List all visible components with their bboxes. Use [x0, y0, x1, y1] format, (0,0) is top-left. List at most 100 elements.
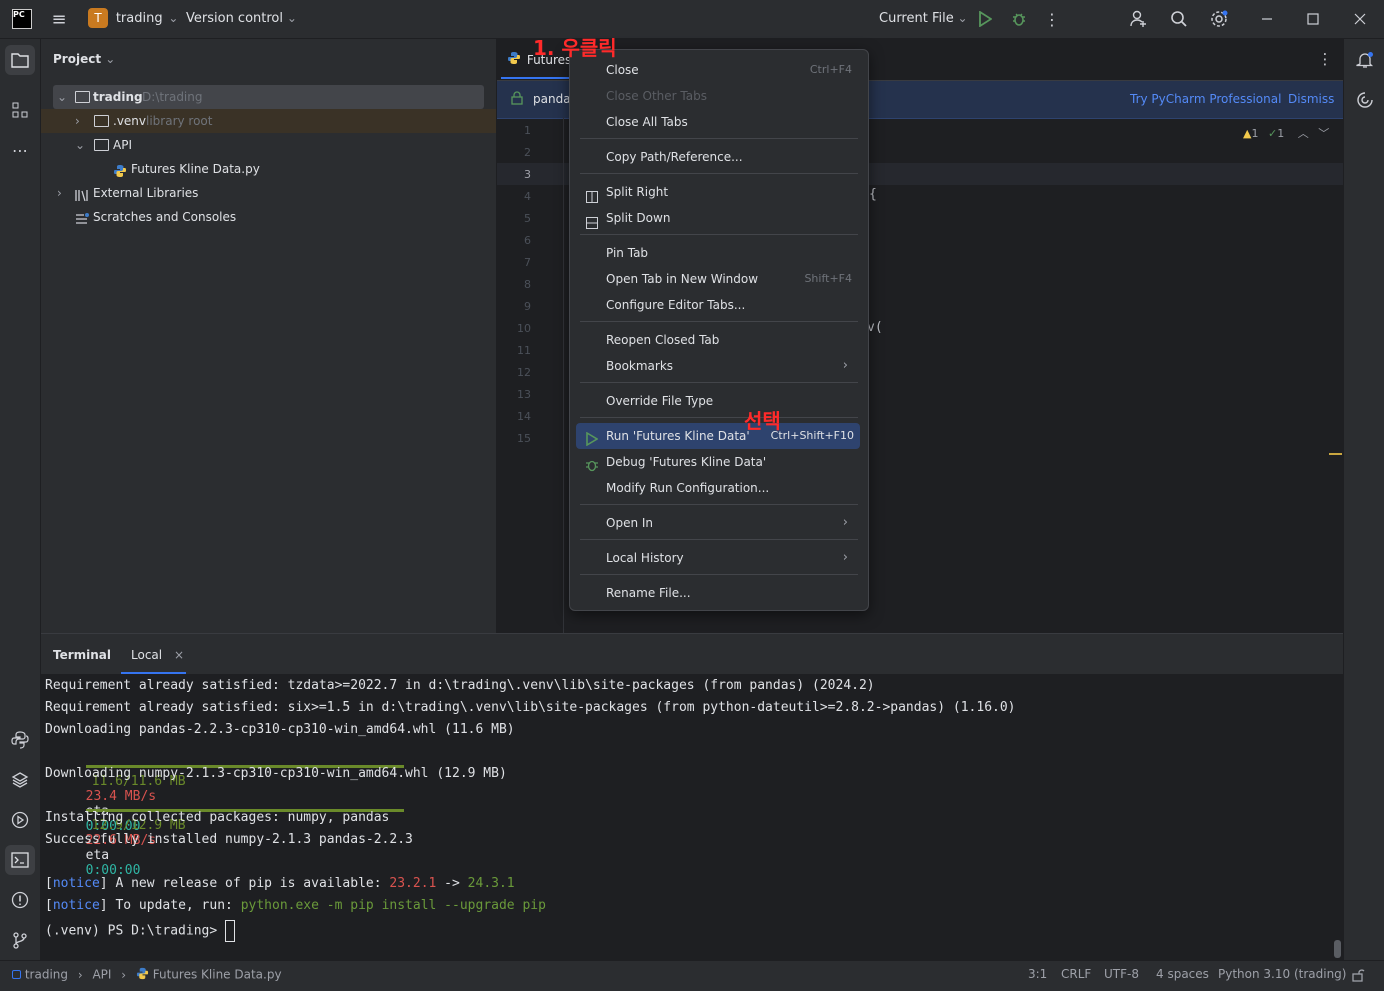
project-name: trading: [115, 10, 163, 26]
menu-separator: [580, 382, 858, 383]
menu-item-override-file-type[interactable]: Override File Type: [578, 388, 858, 414]
folder-icon: [94, 115, 109, 127]
main-menu-icon[interactable]: ≡: [48, 8, 70, 30]
run-icon[interactable]: [974, 8, 996, 30]
python-packages-icon[interactable]: [5, 765, 35, 795]
chevron-down-icon: ⌄: [168, 11, 179, 25]
services-icon[interactable]: [5, 805, 35, 835]
chevron-down-icon[interactable]: ﹀: [1318, 127, 1329, 140]
menu-item-configure-tabs[interactable]: Configure Editor Tabs...: [578, 292, 858, 318]
annotation-select: 선택: [744, 409, 781, 433]
menu-item-copy-path[interactable]: Copy Path/Reference...: [578, 144, 858, 170]
inspection-widget[interactable]: ▲1 ✓1 ︿ ﹀: [1243, 125, 1329, 141]
tree-item-venv[interactable]: › .venv library root: [41, 109, 496, 133]
project-folder-icon[interactable]: [5, 45, 35, 75]
pycharm-logo-icon[interactable]: PC: [12, 9, 32, 29]
more-tools-icon[interactable]: ⋯: [5, 135, 35, 165]
line-number: 9: [524, 300, 531, 313]
chevron-down-icon: ⌄: [286, 11, 297, 25]
debug-icon[interactable]: [1008, 8, 1030, 30]
chevron-down-icon: ⌄: [957, 11, 968, 25]
more-actions-icon[interactable]: ⋮: [1042, 8, 1062, 30]
menu-item-run[interactable]: Run 'Futures Kline Data' Ctrl+Shift+F10: [576, 423, 860, 449]
terminal-session-tab[interactable]: Local ×: [131, 648, 184, 662]
notifications-bell-icon[interactable]: [1350, 45, 1380, 75]
run-config-selector[interactable]: Current File ⌄: [879, 11, 968, 26]
terminal-line: Requirement already satisfied: tzdata>=2…: [45, 678, 875, 693]
settings-gear-icon[interactable]: [1208, 8, 1230, 30]
vcs-widget[interactable]: Version control ⌄: [186, 11, 297, 26]
dismiss-link[interactable]: Dismiss: [1288, 92, 1334, 106]
tree-item-python-file[interactable]: Futures Kline Data.py: [41, 157, 496, 181]
problems-icon[interactable]: [5, 885, 35, 915]
menu-item-rename-file[interactable]: Rename File...: [578, 580, 858, 606]
menu-item-close[interactable]: Close Ctrl+F4: [578, 57, 858, 83]
try-professional-link[interactable]: Try PyCharm Professional: [1130, 92, 1281, 106]
python-interpreter[interactable]: Python 3.10 (trading): [1218, 967, 1346, 981]
menu-item-open-in[interactable]: Open In ›: [578, 510, 858, 536]
caret-position[interactable]: 3:1: [1028, 967, 1047, 981]
tree-item-api[interactable]: ⌄ API: [41, 133, 496, 157]
run-config-label: Current File: [879, 11, 954, 26]
terminal-scrollbar[interactable]: [1334, 940, 1341, 958]
terminal-icon[interactable]: [5, 845, 35, 875]
indent-setting[interactable]: 4 spaces: [1156, 967, 1209, 981]
tab-actions-icon[interactable]: ⋮: [1315, 49, 1335, 69]
add-user-icon[interactable]: [1128, 8, 1150, 30]
menu-item-open-new-window[interactable]: Open Tab in New Window Shift+F4: [578, 266, 858, 292]
terminal-header: Terminal Local ×: [41, 634, 1343, 674]
line-number: 2: [524, 146, 531, 159]
line-number: 14: [517, 410, 531, 423]
tree-hint: D:\trading: [142, 90, 203, 104]
close-window-icon[interactable]: [1349, 8, 1371, 30]
menu-item-pin-tab[interactable]: Pin Tab: [578, 240, 858, 266]
menu-item-split-down[interactable]: Split Down: [578, 205, 858, 231]
maximize-icon[interactable]: [1302, 8, 1324, 30]
upgrade-command: python.exe -m pip install --upgrade pip: [240, 898, 546, 913]
notice-tag: notice: [52, 898, 100, 913]
close-icon[interactable]: ×: [174, 648, 184, 662]
chevron-right-icon: ›: [121, 967, 127, 982]
unlock-icon[interactable]: [1352, 968, 1365, 985]
line-number: 4: [524, 190, 531, 203]
menu-separator: [580, 321, 858, 322]
line-number: 3: [524, 168, 531, 181]
tree-item-external-libraries[interactable]: › External Libraries: [41, 181, 496, 205]
line-separator[interactable]: CRLF: [1061, 967, 1091, 981]
search-icon[interactable]: [1168, 8, 1190, 30]
terminal-title: Terminal: [53, 648, 112, 662]
tree-item-trading[interactable]: ⌄ trading D:\trading: [53, 85, 484, 109]
tree-label: .venv: [113, 114, 147, 128]
file-encoding[interactable]: UTF-8: [1104, 967, 1139, 981]
tree-item-scratches[interactable]: Scratches and Consoles: [41, 205, 496, 229]
menu-item-reopen-closed-tab[interactable]: Reopen Closed Tab: [578, 327, 858, 353]
tree-label: API: [113, 138, 132, 152]
menu-item-local-history[interactable]: Local History ›: [578, 545, 858, 571]
line-number: 7: [524, 256, 531, 269]
menu-item-split-right[interactable]: Split Right: [578, 179, 858, 205]
old-version: 23.2.1: [389, 876, 437, 891]
line-number: 1: [524, 124, 531, 137]
tab-context-menu: Close Ctrl+F4 Close Other Tabs Close All …: [569, 49, 869, 611]
structure-icon[interactable]: [5, 95, 35, 125]
menu-item-close-all-tabs[interactable]: Close All Tabs: [578, 109, 858, 135]
breadcrumb-item[interactable]: API: [92, 968, 111, 982]
python-console-icon[interactable]: [5, 725, 35, 755]
menu-separator: [580, 417, 858, 418]
menu-item-bookmarks[interactable]: Bookmarks ›: [578, 353, 858, 379]
ai-assistant-icon[interactable]: [1350, 85, 1380, 115]
breadcrumb-item[interactable]: trading: [25, 968, 68, 982]
code-fragment: {: [869, 187, 877, 202]
minimize-icon[interactable]: [1256, 8, 1278, 30]
breadcrumb-item[interactable]: Futures Kline Data.py: [153, 968, 282, 982]
project-widget[interactable]: T trading ⌄: [88, 8, 178, 30]
menu-item-debug[interactable]: Debug 'Futures Kline Data': [578, 449, 858, 475]
git-branch-icon[interactable]: [5, 925, 35, 955]
menu-item-modify-run-config[interactable]: Modify Run Configuration...: [578, 475, 858, 501]
annotation-right-click: 1. 우클릭: [533, 36, 617, 60]
project-panel-header[interactable]: Project ⌄: [53, 52, 115, 66]
line-number: 11: [517, 344, 531, 357]
session-label: Local: [131, 648, 163, 662]
terminal-prompt-line[interactable]: (.venv) PS D:\trading>: [45, 920, 236, 942]
chevron-up-icon[interactable]: ︿: [1298, 127, 1309, 140]
